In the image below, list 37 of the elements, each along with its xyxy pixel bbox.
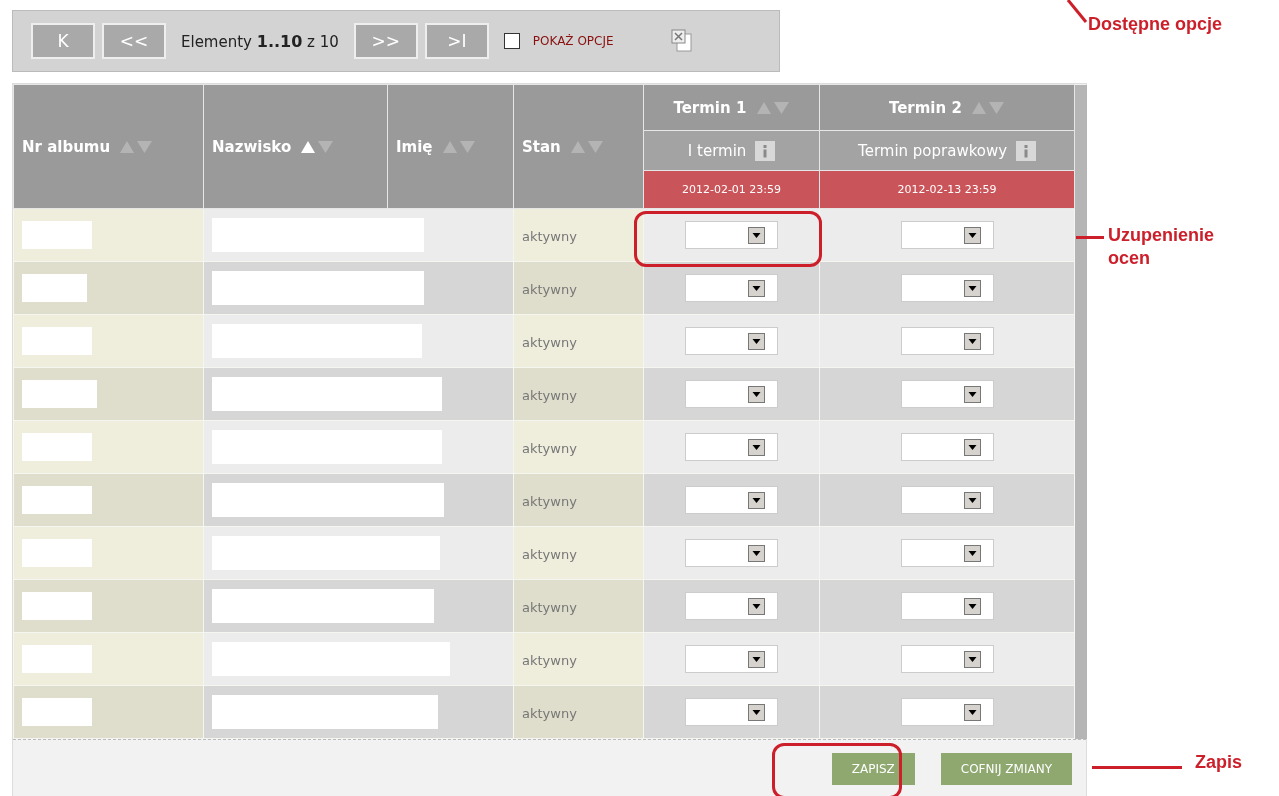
page-nav-button[interactable]: K: [31, 23, 95, 59]
term-name: I termin: [687, 141, 747, 160]
status-text: aktywny: [522, 652, 577, 668]
term-header[interactable]: Termin 2: [819, 84, 1075, 131]
annotation-label: Uzupenienie ocen: [1108, 224, 1215, 271]
status-text: aktywny: [522, 493, 577, 509]
annotation-label: Dostępne opcje: [1088, 14, 1223, 35]
action-button[interactable]: ZAPISZ: [831, 753, 915, 785]
deadline-cell: 2012-02-01 23:59: [643, 170, 820, 209]
page-nav-button[interactable]: <<: [102, 23, 166, 59]
deadline-cell: 2012-02-13 23:59: [819, 170, 1075, 209]
annotation-label: Zapis: [1195, 752, 1242, 773]
status-text: aktywny: [522, 281, 577, 297]
term-header[interactable]: Termin 1: [643, 84, 820, 131]
status-text: aktywny: [522, 334, 577, 350]
status-text: aktywny: [522, 440, 577, 456]
column-header[interactable]: Nazwisko: [203, 84, 388, 209]
status-text: aktywny: [522, 599, 577, 615]
page-nav-button[interactable]: >I: [424, 23, 489, 59]
action-button[interactable]: COFNIJ ZMIANY: [940, 753, 1072, 785]
status-text: aktywny: [522, 387, 577, 403]
column-title: Nr albumu: [22, 137, 111, 156]
term-title: Termin 2: [888, 98, 962, 117]
column-title: Stan: [522, 137, 561, 156]
column-title: Imię: [396, 137, 433, 156]
term-name: Termin poprawkowy: [858, 141, 1008, 160]
status-text: aktywny: [522, 705, 577, 721]
column-title: Nazwisko: [212, 137, 292, 156]
page-nav-button[interactable]: >>: [353, 23, 418, 59]
status-text: aktywny: [522, 228, 577, 244]
show-options-label[interactable]: POKAŻ OPCJE: [532, 34, 614, 48]
column-header[interactable]: Imię: [387, 84, 514, 209]
range-text: Elementy 1..10 z 10: [181, 31, 339, 51]
column-header[interactable]: Stan: [513, 84, 644, 209]
column-header[interactable]: Nr albumu: [13, 84, 204, 209]
term-title: Termin 1: [673, 98, 747, 117]
status-text: aktywny: [522, 546, 577, 562]
